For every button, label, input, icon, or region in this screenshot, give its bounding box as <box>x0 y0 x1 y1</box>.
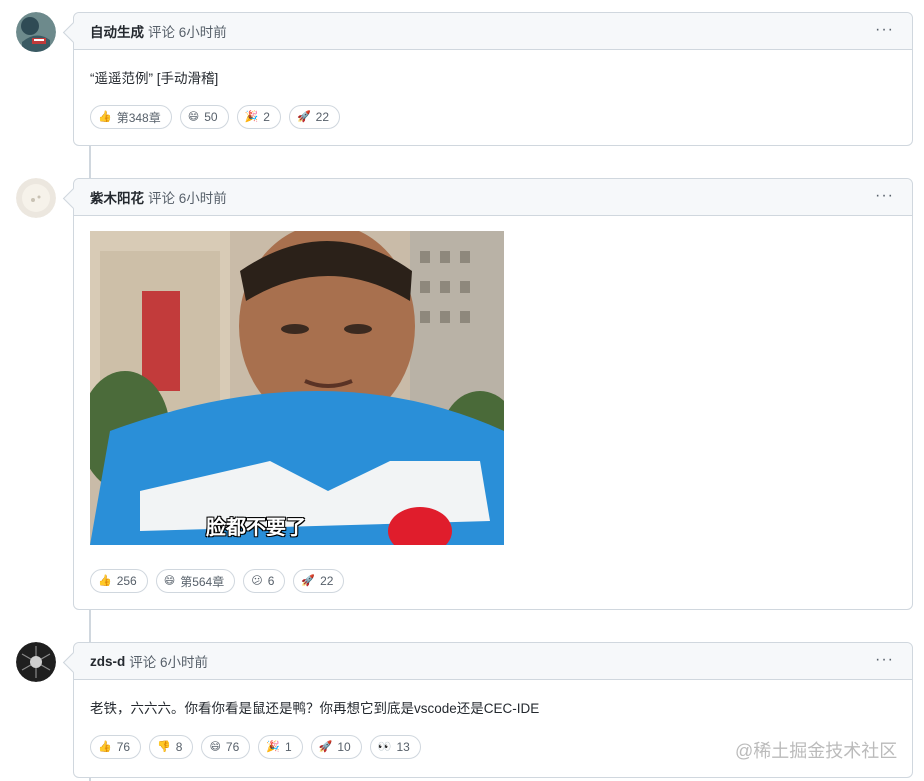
reactions-bar: 👍 76 👎 8 😄 76 🎉 1 🚀 10 👀 13 <box>90 735 421 759</box>
reaction-count: 13 <box>396 740 410 754</box>
comment-meta: 评论 6小时前 <box>148 191 227 206</box>
reaction-eyes[interactable]: 👀 13 <box>369 735 421 759</box>
reaction-laugh[interactable]: 😄 第564章 <box>155 569 236 593</box>
hooray-icon: 🎉 <box>244 111 259 123</box>
reaction-count: 第348章 <box>116 110 161 125</box>
reaction-count: 22 <box>320 574 334 588</box>
reaction-count: 6 <box>267 574 275 588</box>
reaction-thumbs-up[interactable]: 👍 76 <box>90 735 142 759</box>
reaction-thumbs-up[interactable]: 👍 256 <box>90 569 148 593</box>
avatar[interactable] <box>16 12 56 52</box>
thumbs-up-icon: 👍 <box>98 111 112 123</box>
comment-header: zds-d 评论 6小时前 ··· <box>74 643 912 680</box>
comment-meta: 评论 6小时前 <box>148 25 227 40</box>
reaction-rocket[interactable]: 🚀 22 <box>293 569 345 593</box>
comment-text: “遥遥范例” [手动滑稽] <box>90 71 219 86</box>
reaction-count: 1 <box>284 740 292 754</box>
thumbs-down-icon: 👎 <box>157 741 171 753</box>
meme-caption: 脸都不要了 <box>206 517 306 539</box>
comment-card: 自动生成 评论 6小时前 ··· “遥遥范例” [手动滑稽] 👍 第348章 😄… <box>73 12 913 146</box>
rocket-icon: 🚀 <box>296 111 311 123</box>
rocket-icon: 🚀 <box>301 575 316 587</box>
author-name[interactable]: 自动生成 <box>90 21 144 41</box>
author-name[interactable]: zds-d <box>90 654 125 669</box>
thumbs-up-icon: 👍 <box>98 575 112 587</box>
hooray-icon: 🎉 <box>266 741 280 753</box>
laugh-icon: 😄 <box>209 741 221 753</box>
more-options-icon[interactable]: ··· <box>875 22 894 38</box>
reaction-confused[interactable]: 😕 6 <box>243 569 286 593</box>
comment-header: 紫木阳花 评论 6小时前 ··· <box>74 179 912 216</box>
reaction-thumbs-up[interactable]: 👍 第348章 <box>90 105 172 129</box>
reaction-laugh[interactable]: 😄 76 <box>201 735 251 759</box>
more-options-icon[interactable]: ··· <box>875 188 894 204</box>
reaction-hooray[interactable]: 🎉 2 <box>236 105 281 129</box>
reaction-count: 50 <box>204 110 218 124</box>
avatar[interactable] <box>16 642 56 682</box>
comment-meta: 评论 6小时前 <box>129 655 209 670</box>
rocket-icon: 🚀 <box>318 741 333 753</box>
reaction-rocket[interactable]: 🚀 22 <box>288 105 341 129</box>
reaction-laugh[interactable]: 😄 50 <box>179 105 229 129</box>
avatar[interactable] <box>16 178 56 218</box>
watermark: @稀土掘金技术社区 <box>735 741 898 761</box>
reaction-count: 2 <box>263 110 270 124</box>
confused-icon: 😕 <box>251 575 263 587</box>
reactions-bar: 👍 第348章 😄 50 🎉 2 🚀 22 <box>90 105 341 129</box>
reaction-rocket[interactable]: 🚀 10 <box>310 735 362 759</box>
meme-image[interactable]: 脸都不要了 <box>90 231 504 545</box>
comment-card: 紫木阳花 评论 6小时前 ··· 脸都不要了 👍 256 😄 第564章 😕 6… <box>73 178 913 610</box>
reaction-hooray[interactable]: 🎉 1 <box>258 735 303 759</box>
laugh-icon: 😄 <box>163 575 176 587</box>
reaction-count: 10 <box>337 740 351 754</box>
comment-text: 老铁，六六六。你看你看是鼠还是鸭？你再想它到底是vscode还是CEC-IDE <box>90 701 540 716</box>
reaction-thumbs-down[interactable]: 👎 8 <box>149 735 194 759</box>
reactions-bar: 👍 256 😄 第564章 😕 6 🚀 22 <box>90 569 345 593</box>
reaction-count: 76 <box>116 740 131 754</box>
reaction-count: 8 <box>175 740 183 754</box>
eyes-icon: 👀 <box>377 741 392 753</box>
laugh-icon: 😄 <box>187 111 200 123</box>
reaction-count: 第564章 <box>180 574 225 589</box>
comment-header: 自动生成 评论 6小时前 ··· <box>74 13 912 50</box>
reaction-count: 256 <box>116 574 137 588</box>
reaction-count: 76 <box>225 740 240 754</box>
reaction-count: 22 <box>315 110 330 124</box>
thumbs-up-icon: 👍 <box>98 741 112 753</box>
more-options-icon[interactable]: ··· <box>875 652 894 668</box>
author-name[interactable]: 紫木阳花 <box>90 187 144 207</box>
